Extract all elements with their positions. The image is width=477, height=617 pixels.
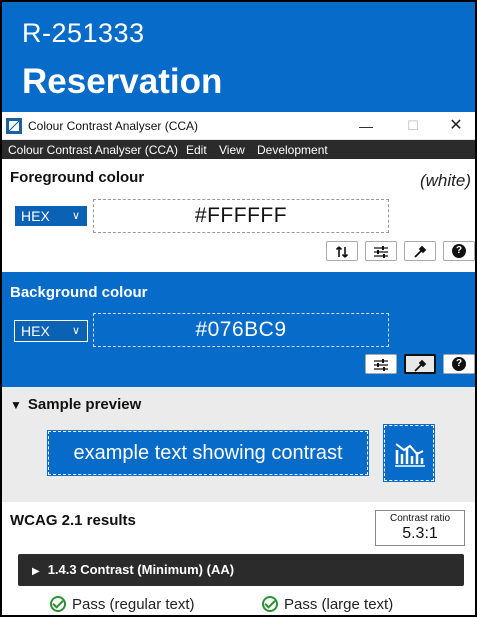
background-hex-input[interactable]: #076BC9 [93,313,389,347]
window-title: Colour Contrast Analyser (CCA) [28,119,199,133]
background-heading: Background colour [10,284,148,301]
foreground-format-value: HEX [21,208,50,224]
eyedropper-icon [414,245,427,258]
menu-bar: Colour Contrast Analyser (CCA) Edit View… [2,140,475,159]
foreground-eyedropper-button[interactable] [404,241,436,261]
chevron-down-icon: ∨ [71,325,80,337]
triangle-right-icon: ▶ [32,566,40,577]
foreground-heading: Foreground colour [10,169,145,186]
foreground-sliders-button[interactable] [365,241,397,261]
foreground-help-button[interactable]: ? [443,241,475,261]
pass-regular-label: Pass (regular text) [72,596,195,613]
swap-colours-button[interactable] [326,241,358,261]
triangle-down-icon: ▼ [10,398,22,412]
sample-preview-heading: Sample preview [27,396,142,413]
help-icon: ? [452,356,466,371]
cca-window: Colour Contrast Analyser (CCA) — ☐ ✕ Col… [2,112,475,615]
maximize-button[interactable]: ☐ [393,115,433,137]
menu-item-cca[interactable]: Colour Contrast Analyser (CCA) [8,143,178,157]
swap-icon [335,245,349,258]
contrast-ratio-label: Contrast ratio [389,513,451,524]
check-circle-icon [50,595,66,612]
wcag-results-section: WCAG 2.1 results Contrast ratio 5.3:1 ▶ 1… [2,502,475,615]
background-sliders-button[interactable] [365,354,397,374]
minimize-button[interactable]: — [346,115,386,137]
pass-regular-text: Pass (regular text) [50,595,195,613]
menu-item-view[interactable]: View [219,143,245,157]
check-circle-icon [262,595,278,612]
help-icon: ? [452,243,466,258]
results-heading: WCAG 2.1 results [10,512,136,529]
window-titlebar[interactable]: Colour Contrast Analyser (CCA) — ☐ ✕ [2,112,475,140]
sample-preview-toggle[interactable]: ▼ Sample preview [10,396,141,413]
pass-large-text: Pass (large text) [262,595,394,613]
background-eyedropper-button[interactable] [404,354,436,374]
cca-app-icon [6,118,22,134]
foreground-colour-name: (white) [419,171,471,190]
foreground-section: Foreground colour (white) HEX ∨ #FFFFFF [2,159,475,272]
pass-large-label: Pass (large text) [284,596,394,613]
foreground-format-select[interactable]: HEX ∨ [14,205,88,227]
eyedropper-icon [414,359,427,372]
chart-icon [395,443,425,467]
app-frame: R-251333 Reservation Colour Contrast Ana… [2,2,475,615]
reservation-header: R-251333 Reservation [2,2,475,112]
background-format-value: HEX [21,323,50,339]
foreground-hex-input[interactable]: #FFFFFF [93,199,389,233]
chart-view-button[interactable] [383,424,435,482]
sample-preview-section: ▼ Sample preview example text showing con… [2,387,475,502]
menu-item-edit[interactable]: Edit [186,143,207,157]
sliders-icon [374,245,388,258]
contrast-ratio-box: Contrast ratio 5.3:1 [375,510,465,546]
reservation-reference: R-251333 [22,18,145,48]
menu-item-development[interactable]: Development [257,143,328,157]
page-title: Reservation [22,62,223,101]
close-button[interactable]: ✕ [436,115,475,137]
background-format-select[interactable]: HEX ∨ [14,320,88,342]
sliders-icon [374,358,388,371]
background-help-button[interactable]: ? [443,354,475,374]
sample-text-box: example text showing contrast [47,430,369,476]
chevron-down-icon: ∨ [71,210,80,222]
contrast-ratio-value: 5.3:1 [402,525,438,542]
criterion-label: 1.4.3 Contrast (Minimum) (AA) [47,562,235,577]
background-section: Background colour HEX ∨ #076BC9 ? [2,272,475,387]
criterion-1-4-3-toggle[interactable]: ▶ 1.4.3 Contrast (Minimum) (AA) [18,554,464,586]
